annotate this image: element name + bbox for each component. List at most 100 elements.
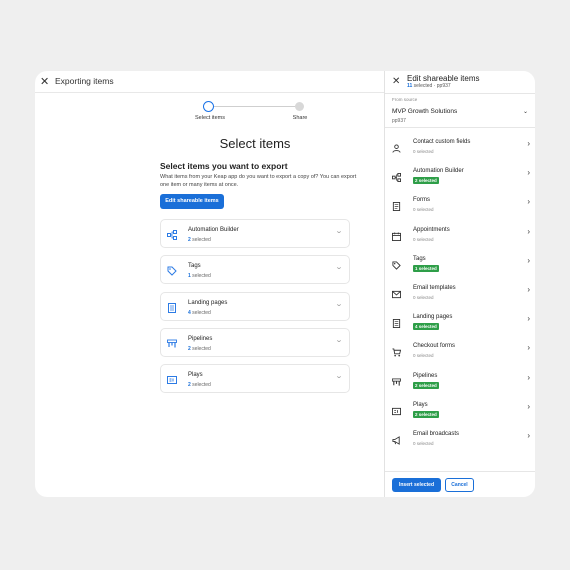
category-card[interactable]: Tags 1 selected ⌄: [160, 255, 350, 284]
megaphone-icon: [392, 432, 401, 445]
calendar-icon: [392, 228, 401, 241]
panel-item-name: Plays: [413, 401, 428, 408]
panel-item[interactable]: Landing pages 4 selected ›: [385, 312, 535, 341]
category-name: Automation Builder: [188, 227, 239, 233]
divider: [385, 471, 535, 472]
chevron-right-icon[interactable]: ›: [527, 197, 530, 206]
category-selected-suffix: selected: [190, 273, 211, 279]
category-selected: 2 selected: [188, 346, 211, 352]
selected-badge: 2 selected: [413, 410, 439, 418]
chevron-right-icon[interactable]: ›: [527, 431, 530, 440]
panel-item[interactable]: Email templates 0 selected ›: [385, 283, 535, 312]
chevron-right-icon[interactable]: ›: [527, 227, 530, 236]
panel-item-name: Appointments: [413, 226, 450, 233]
stepper: Select items Share: [35, 99, 384, 123]
chevron-right-icon[interactable]: ›: [527, 168, 530, 177]
selected-badge: 2 selected: [413, 177, 439, 185]
category-selected: 2 selected: [188, 237, 211, 243]
category-selected: 1 selected: [188, 273, 211, 279]
category-name: Pipelines: [188, 336, 213, 342]
plays-icon: [167, 372, 177, 384]
chevron-down-icon[interactable]: ⌄: [335, 372, 343, 380]
category-selected-suffix: selected: [190, 237, 211, 243]
chevron-right-icon[interactable]: ›: [527, 256, 530, 265]
chevron-right-icon[interactable]: ›: [527, 314, 530, 323]
chevron-down-icon[interactable]: ⌄: [335, 336, 343, 344]
category-selected: 4 selected: [188, 310, 211, 316]
category-card[interactable]: Landing pages 4 selected ⌄: [160, 292, 350, 321]
divider: [385, 93, 535, 94]
chevron-right-icon[interactable]: ›: [527, 139, 530, 148]
category-selected-suffix: selected: [190, 310, 211, 316]
stepper-line: [214, 106, 300, 107]
selected-badge: 2 selected: [413, 381, 439, 389]
cart-icon: [392, 344, 402, 357]
step-share-indicator: [295, 102, 304, 111]
export-window: ✕ Exporting items Select items Share Sel…: [35, 71, 535, 497]
step-share-label: Share: [292, 115, 308, 121]
main-pane: ✕ Exporting items Select items Share Sel…: [35, 71, 384, 497]
mail-icon: [392, 286, 401, 299]
panel-item[interactable]: Automation Builder 2 selected ›: [385, 166, 535, 195]
selected-count-text: 0 selected: [413, 295, 434, 300]
category-name: Landing pages: [188, 300, 228, 306]
chevron-right-icon[interactable]: ›: [527, 343, 530, 352]
category-name: Plays: [188, 372, 203, 378]
panel-item-name: Forms: [413, 197, 430, 204]
category-card[interactable]: Plays 2 selected ⌄: [160, 364, 350, 393]
panel-item-name: Automation Builder: [413, 168, 464, 175]
panel-subtitle: 11 selected · pp937: [407, 83, 451, 89]
panel-item-name: Tags: [413, 255, 426, 262]
selected-count-text: 0 selected: [413, 207, 434, 213]
panel-item[interactable]: Tags 1 selected ›: [385, 254, 535, 283]
panel-item-name: Checkout forms: [413, 343, 456, 350]
landing-page-icon: [167, 300, 177, 313]
panel-title: Edit shareable items: [407, 74, 480, 83]
category-selected: 2 selected: [188, 382, 211, 388]
form-icon: [392, 198, 401, 212]
plays-icon: [392, 403, 401, 415]
tag-icon: [392, 257, 401, 270]
from-source-label: From source: [392, 97, 418, 102]
selected-count-text: 0 selected: [413, 441, 434, 446]
step-select-indicator: [203, 101, 214, 112]
section-description: What items from your Keap app do you wan…: [160, 174, 357, 188]
chevron-down-icon[interactable]: ⌄: [335, 300, 343, 308]
step-select-label: Select items: [195, 115, 225, 121]
close-icon[interactable]: ✕: [40, 75, 49, 89]
chevron-right-icon[interactable]: ›: [527, 373, 530, 382]
source-select[interactable]: MVP Growth Solutions: [392, 108, 457, 115]
chevron-right-icon[interactable]: ›: [527, 285, 530, 294]
panel-item-name: Contact custom fields: [413, 139, 471, 145]
chevron-down-icon[interactable]: ⌄: [335, 227, 343, 235]
close-icon[interactable]: ✕: [392, 76, 400, 88]
insert-selected-button[interactable]: Insert selected: [392, 478, 441, 492]
panel-item-name: Landing pages: [413, 314, 453, 321]
chevron-down-icon[interactable]: ⌄: [335, 263, 343, 271]
landing-page-icon: [392, 315, 401, 329]
panel-item-name: Email templates: [413, 285, 456, 291]
panel-item[interactable]: Contact custom fields 0 selected ›: [385, 137, 535, 166]
panel-item[interactable]: Pipelines 2 selected ›: [385, 371, 535, 400]
tag-icon: [167, 263, 177, 276]
automation-icon: [167, 227, 177, 240]
panel-item[interactable]: Email broadcasts 0 selected ›: [385, 429, 535, 458]
category-card[interactable]: Automation Builder 2 selected ⌄: [160, 219, 350, 248]
category-selected-suffix: selected: [190, 382, 211, 388]
panel-item[interactable]: Plays 2 selected ›: [385, 400, 535, 429]
chevron-right-icon[interactable]: ›: [527, 402, 530, 411]
selected-count-text: 0 selected: [413, 236, 434, 242]
panel-item-name: Email broadcasts: [413, 431, 460, 437]
panel-item-name: Pipelines: [413, 372, 438, 379]
panel-item[interactable]: Appointments 0 selected ›: [385, 225, 535, 254]
cancel-button[interactable]: Cancel: [445, 478, 474, 492]
category-card[interactable]: Pipelines 2 selected ⌄: [160, 328, 350, 357]
chevron-down-icon[interactable]: ⌄: [523, 108, 528, 115]
pipeline-icon: [392, 374, 401, 386]
selected-source-text: selected · pp937: [412, 83, 451, 89]
selected-badge: 1 selected: [413, 264, 439, 272]
panel-item[interactable]: Checkout forms 0 selected ›: [385, 341, 535, 370]
edit-shareable-items-button[interactable]: Edit shareable items: [160, 194, 224, 209]
panel-item[interactable]: Forms 0 selected ›: [385, 195, 535, 224]
selected-count-text: 0 selected: [413, 353, 434, 359]
